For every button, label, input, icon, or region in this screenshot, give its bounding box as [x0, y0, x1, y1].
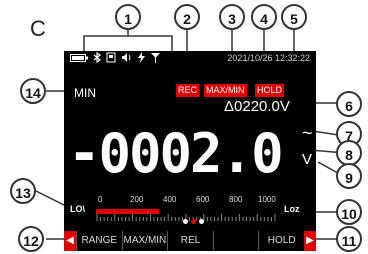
tick-label: 0 — [98, 195, 103, 204]
softkey-right-arrow[interactable]: ▶ — [303, 231, 316, 251]
ac-symbol: ~ — [302, 123, 313, 143]
callout-12: 12 — [18, 226, 44, 252]
tick-label: 200 — [130, 195, 144, 204]
softkey-rel[interactable]: REL — [167, 231, 213, 251]
callout-1: 1 — [115, 4, 141, 30]
main-reading: -0002.0 — [68, 122, 284, 185]
datetime: 2021/10/26 12:32:22 — [227, 53, 310, 63]
page-dot — [191, 219, 196, 224]
battery-icon — [70, 50, 88, 68]
status-icons — [70, 50, 160, 68]
maxmin-badge: MAX/MIN — [204, 84, 247, 97]
callout-14: 14 — [20, 78, 46, 104]
softkey-bar: ◀ RANGE MAX/MIN REL HOLD ▶ — [64, 231, 316, 251]
callout-3: 3 — [219, 4, 245, 30]
page-dot — [199, 219, 204, 224]
softkey-hold[interactable]: HOLD — [258, 231, 304, 251]
bluetooth-icon — [93, 50, 102, 68]
tick-label: 400 — [163, 195, 177, 204]
callout-4: 4 — [251, 4, 277, 30]
loz-indicator: Loz — [284, 204, 300, 214]
callout-5: 5 — [281, 4, 307, 30]
page-dots — [183, 219, 204, 224]
speaker-icon — [121, 50, 132, 68]
page-dot — [183, 219, 188, 224]
tick-label: 600 — [196, 195, 210, 204]
softkey-maxmin[interactable]: MAX/MIN — [121, 231, 168, 251]
antenna-icon — [151, 50, 160, 68]
callout-6: 6 — [336, 91, 362, 117]
meter-screen: 2021/10/26 12:32:22 REC MAX/MIN HOLD MIN… — [64, 51, 316, 231]
lo-indicator: LO\ — [70, 204, 85, 214]
tick-label: 800 — [229, 195, 243, 204]
softkey-range[interactable]: RANGE — [76, 231, 122, 251]
tick-label: 1000 — [258, 195, 276, 204]
bargraph — [96, 208, 276, 221]
bargraph-fill — [96, 209, 159, 214]
relative-reading: Δ0220.0V — [224, 98, 290, 115]
softkey-left-arrow[interactable]: ◀ — [64, 231, 76, 251]
callout-2: 2 — [174, 4, 200, 30]
softkey-empty[interactable] — [212, 231, 259, 251]
callout-11: 11 — [336, 226, 362, 252]
callout-9: 9 — [336, 163, 362, 189]
rec-badge: REC — [176, 84, 200, 97]
hold-badge: HOLD — [255, 84, 285, 97]
status-bar: 2021/10/26 12:32:22 — [64, 51, 316, 67]
callout-10: 10 — [336, 199, 362, 225]
mode-label: MIN — [74, 86, 96, 100]
lightning-icon — [137, 50, 146, 68]
callout-13: 13 — [10, 178, 36, 204]
memory-icon — [106, 50, 116, 68]
unit-label: V — [302, 151, 313, 168]
